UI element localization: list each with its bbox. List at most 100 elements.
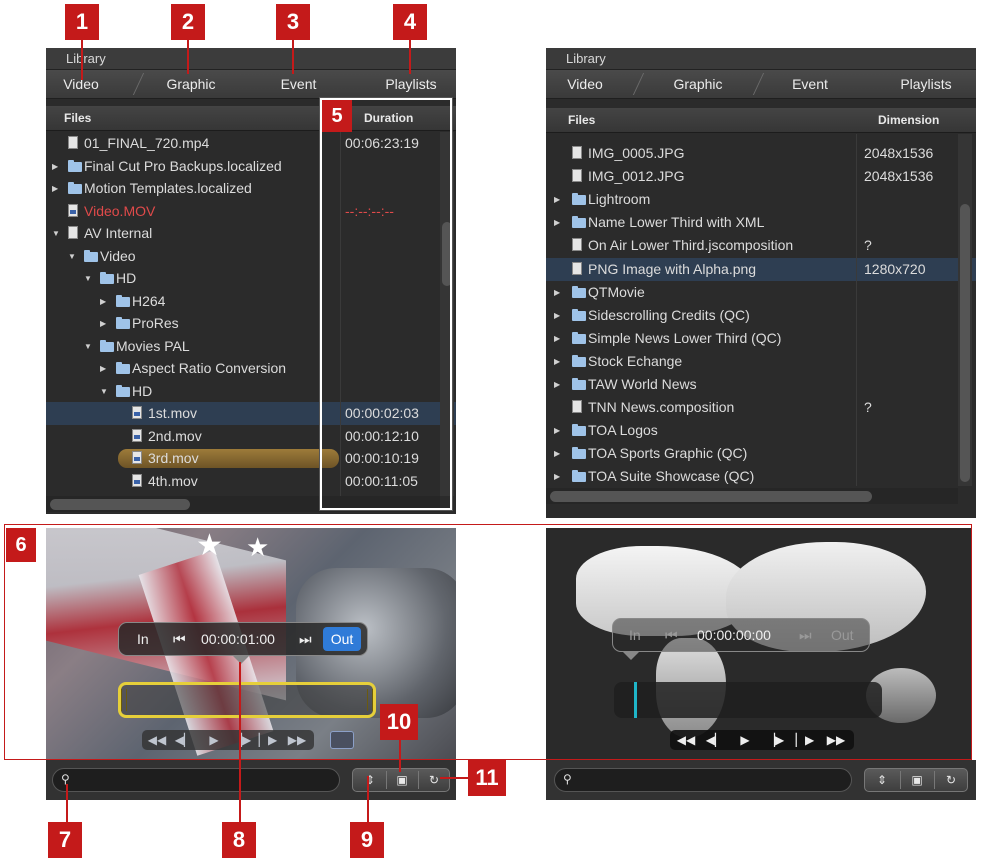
item-name: Aspect Ratio Conversion <box>132 360 287 376</box>
disclosure-down-icon[interactable]: ▼ <box>52 222 60 245</box>
item-name: PNG Image with Alpha.png <box>588 260 757 277</box>
item-name: Movies PAL <box>116 337 190 354</box>
folder-icon <box>116 384 130 397</box>
search-field[interactable]: ⚲ <box>554 768 852 792</box>
list-item[interactable]: ▶ TOA Sports Graphic (QC) <box>546 442 976 465</box>
list-item[interactable]: ▶ Simple News Lower Third (QC) <box>546 327 976 350</box>
hscroll-thumb[interactable] <box>550 491 872 502</box>
tab-playlists[interactable]: Playlists <box>366 70 456 98</box>
file-icon <box>572 169 582 183</box>
sort-icon[interactable]: ⇕ <box>355 769 385 791</box>
disclosure-right-icon[interactable]: ▶ <box>554 465 560 486</box>
tab-event[interactable]: Event <box>256 70 341 98</box>
file-icon <box>572 400 582 414</box>
movie-file-icon <box>132 473 142 487</box>
hscroll-thumb[interactable] <box>50 499 190 510</box>
callout-line <box>239 662 241 824</box>
list-item[interactable]: IMG_0005.JPG 2048x1536 <box>546 142 976 165</box>
right-bottom-bar: ⚲ ⇕ ▣ ↻ <box>546 760 976 800</box>
refresh-icon[interactable]: ↻ <box>936 769 966 791</box>
folder-icon <box>572 378 586 390</box>
callout-badge: 4 <box>393 4 427 40</box>
list-item[interactable]: ▶ TAW World News <box>546 373 976 396</box>
folder-icon <box>572 216 586 229</box>
disclosure-right-icon[interactable]: ▶ <box>100 290 106 313</box>
file-list: IMG_0005.JPG 2048x1536 IMG_0012.JPG 2048x15… <box>546 134 976 486</box>
disclosure-right-icon[interactable]: ▶ <box>554 188 560 211</box>
disclosure-right-icon[interactable]: ▶ <box>100 357 106 380</box>
library-tabs: Video Graphic Event Playlists <box>546 70 976 99</box>
item-name: HD <box>116 270 137 286</box>
tab-video[interactable]: Video <box>546 70 624 98</box>
disclosure-down-icon[interactable]: ▼ <box>100 380 108 403</box>
callout-badge: 5 <box>322 100 352 132</box>
item-name: Stock Echange <box>588 352 683 369</box>
list-item[interactable]: ▶ Sidescrolling Credits (QC) <box>546 304 976 327</box>
disclosure-right-icon[interactable]: ▶ <box>554 327 560 350</box>
folder-icon <box>572 447 586 460</box>
folder-icon <box>68 182 82 194</box>
refresh-icon[interactable]: ↻ <box>419 769 449 791</box>
item-name: Final Cut Pro Backups.localized <box>84 157 282 174</box>
library-header: Library <box>46 48 456 70</box>
item-name: AV Internal <box>84 225 153 241</box>
list-item[interactable]: ▶ Stock Echange <box>546 350 976 373</box>
tab-event[interactable]: Event <box>768 70 852 98</box>
list-item[interactable]: IMG_0012.JPG 2048x1536 <box>546 165 976 188</box>
item-value: 2048x1536 <box>864 145 934 161</box>
preview-icon[interactable]: ▣ <box>902 769 932 791</box>
disclosure-right-icon[interactable]: ▶ <box>554 419 560 442</box>
item-value: ? <box>864 399 872 416</box>
disclosure-right-icon[interactable]: ▶ <box>554 442 560 465</box>
callout-badge: 8 <box>222 822 256 858</box>
disclosure-right-icon[interactable]: ▶ <box>554 373 560 396</box>
item-name: QTMovie <box>588 283 645 300</box>
item-name: 3rd.mov <box>148 450 199 466</box>
list-item[interactable]: TNN News.composition? <box>546 396 976 419</box>
callout-badge: 3 <box>276 4 310 40</box>
left-bottom-bar: ⚲ ⇕ ▣ ↻ <box>46 760 456 800</box>
search-field[interactable]: ⚲ <box>52 768 340 792</box>
list-item[interactable]: ▶ QTMovie <box>546 281 976 304</box>
callout-line <box>66 784 68 826</box>
item-name: ProRes <box>132 315 179 331</box>
tab-graphic[interactable]: Graphic <box>146 70 236 98</box>
disclosure-right-icon[interactable]: ▶ <box>554 350 560 373</box>
folder-icon <box>116 294 130 307</box>
horizontal-scrollbar[interactable] <box>546 488 958 504</box>
disclosure-right-icon[interactable]: ▶ <box>52 177 58 200</box>
item-name: H264 <box>132 292 166 309</box>
callout-badge: 6 <box>6 528 36 562</box>
disclosure-right-icon[interactable]: ▶ <box>100 312 106 335</box>
list-item[interactable]: ▶ TOA Logos <box>546 419 976 442</box>
tab-graphic[interactable]: Graphic <box>646 70 750 98</box>
disclosure-down-icon[interactable]: ▼ <box>84 335 92 358</box>
folder-icon <box>572 331 586 344</box>
scroll-thumb[interactable] <box>960 204 970 482</box>
list-item[interactable]: ▶ Lightroom <box>546 188 976 211</box>
disclosure-right-icon[interactable]: ▶ <box>554 211 560 234</box>
disclosure-down-icon[interactable]: ▼ <box>84 267 92 290</box>
item-name: IMG_0012.JPG <box>588 168 685 185</box>
item-name: Video.MOV <box>84 202 156 219</box>
item-value: 2048x1536 <box>864 168 934 185</box>
tab-playlists[interactable]: Playlists <box>876 70 976 98</box>
list-item[interactable]: On Air Lower Third.jscomposition? <box>546 234 976 257</box>
disclosure-down-icon[interactable]: ▼ <box>68 245 76 268</box>
list-item[interactable]: ▶ TOA Suite Showcase (QC) <box>546 465 976 486</box>
callout-badge: 7 <box>48 822 82 858</box>
button-divider <box>934 771 935 789</box>
library-header: Library <box>546 48 976 70</box>
list-item[interactable]: PNG Image with Alpha.png 1280x720 <box>546 257 976 281</box>
list-item[interactable]: ▶ Name Lower Third with XML <box>546 211 976 234</box>
vertical-scrollbar[interactable] <box>958 134 972 486</box>
disclosure-right-icon[interactable]: ▶ <box>52 155 58 178</box>
disclosure-right-icon[interactable]: ▶ <box>554 281 560 304</box>
column-files[interactable]: Files <box>568 108 595 132</box>
column-dimension[interactable]: Dimension <box>878 108 939 132</box>
folder-icon <box>84 249 98 262</box>
preview-icon[interactable]: ▣ <box>387 769 417 791</box>
disclosure-right-icon[interactable]: ▶ <box>554 304 560 327</box>
sort-icon[interactable]: ⇕ <box>867 769 897 791</box>
column-files[interactable]: Files <box>64 106 91 130</box>
